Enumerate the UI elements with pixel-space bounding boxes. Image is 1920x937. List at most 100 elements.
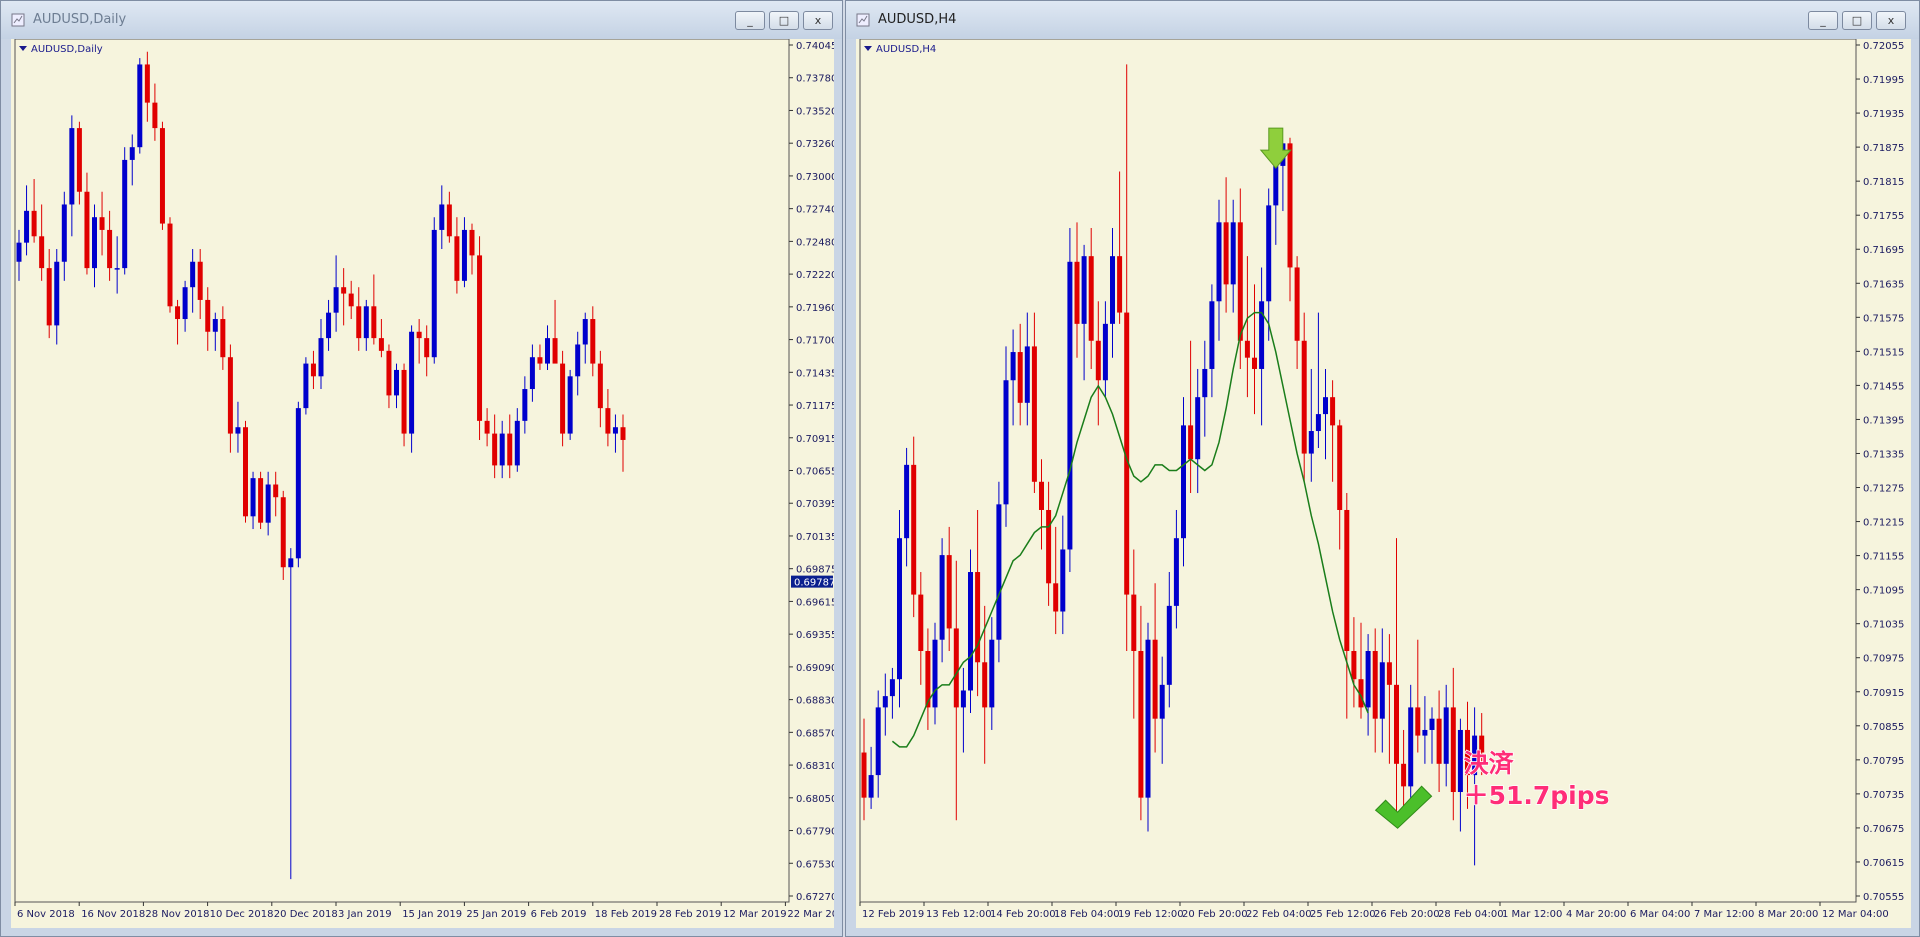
bullish-candle — [1145, 639, 1151, 798]
y-tick-label: 0.68310 — [796, 761, 834, 772]
bullish-candle — [1216, 222, 1222, 302]
bullish-candle — [265, 484, 271, 523]
close-button[interactable]: x — [803, 11, 833, 30]
bullish-candle — [875, 707, 881, 776]
x-tick-label: 13 Feb 12:00 — [926, 909, 992, 920]
bearish-candle — [175, 306, 181, 320]
bearish-candle — [1415, 707, 1421, 736]
bearish-candle — [46, 268, 52, 326]
bullish-candle — [303, 363, 309, 409]
bearish-candle — [946, 555, 952, 629]
x-tick-label: 1 Mar 12:00 — [1502, 909, 1562, 920]
y-tick-label: 0.70855 — [1863, 722, 1904, 733]
daily-title-bar[interactable]: AUDUSD,Daily _ □ x — [1, 1, 842, 39]
y-tick-label: 0.70135 — [796, 532, 834, 543]
bearish-candle — [861, 752, 867, 798]
bullish-candle — [1457, 729, 1463, 793]
bearish-candle — [1117, 256, 1123, 313]
bearish-candle — [1152, 639, 1158, 719]
bearish-candle — [1372, 650, 1378, 719]
y-tick-label: 0.72220 — [796, 270, 834, 281]
bearish-candle — [507, 433, 513, 466]
y-tick-label: 0.73260 — [796, 139, 834, 150]
bullish-candle — [1408, 707, 1414, 787]
h4-candlestick-chart[interactable]: AUDUSD,H4 0.72055 0.71995 0.71935 0.71875 0.7… — [856, 39, 1911, 928]
bearish-candle — [424, 338, 430, 358]
bearish-candle — [1386, 662, 1392, 685]
bullish-candle — [522, 389, 528, 421]
y-tick-label: 0.70915 — [796, 434, 834, 445]
bullish-candle — [326, 312, 332, 339]
minimize-button[interactable]: _ — [735, 11, 765, 30]
y-tick-label: 0.71695 — [1863, 245, 1904, 256]
bullish-candle — [1273, 165, 1279, 206]
profit-pips-label: ＋51.7pips — [1464, 781, 1610, 810]
bearish-candle — [1351, 650, 1357, 680]
bearish-candle — [1138, 650, 1144, 798]
x-tick-label: 18 Feb 04:00 — [1054, 909, 1120, 920]
y-tick-label: 0.71155 — [1863, 552, 1904, 563]
x-tick-label: 6 Feb 2019 — [531, 909, 587, 920]
bullish-candle — [1181, 425, 1186, 539]
bearish-candle — [144, 64, 150, 103]
bearish-candle — [552, 338, 558, 364]
close-button[interactable]: x — [1876, 11, 1906, 30]
y-tick-label: 0.68830 — [796, 696, 834, 707]
bullish-candle — [16, 242, 22, 262]
y-tick-label: 0.71935 — [1863, 109, 1904, 120]
bullish-candle — [24, 210, 30, 243]
bearish-candle — [1053, 583, 1059, 612]
y-tick-label: 0.69875 — [796, 565, 834, 576]
h4-title-bar[interactable]: AUDUSD,H4 _ □ x — [846, 1, 1919, 39]
bullish-candle — [409, 331, 415, 434]
bearish-candle — [1046, 509, 1052, 584]
bearish-candle — [1017, 352, 1023, 403]
y-tick-label: 0.71435 — [796, 368, 834, 379]
bullish-candle — [137, 64, 143, 148]
y-tick-label: 0.71995 — [1863, 75, 1904, 86]
current-price-label: 0.69787 — [794, 578, 834, 589]
bullish-candle — [363, 306, 369, 339]
y-tick-label: 0.71815 — [1863, 177, 1904, 188]
bullish-candle — [1067, 261, 1073, 550]
bearish-candle — [469, 229, 475, 256]
bearish-candle — [1088, 256, 1094, 341]
bullish-candle — [1422, 729, 1428, 736]
bearish-candle — [477, 255, 483, 421]
bearish-candle — [386, 350, 392, 396]
y-tick-label: 0.73520 — [796, 106, 834, 117]
bearish-candle — [1244, 340, 1250, 358]
y-tick-label: 0.68570 — [796, 728, 834, 739]
daily-candlestick-chart[interactable]: AUDUSD,Daily 0.74045 0.73780 0.73520 0.73260… — [11, 39, 834, 928]
chart-window-icon — [856, 13, 870, 27]
bullish-candle — [1166, 605, 1172, 685]
bullish-candle — [1308, 431, 1314, 454]
bullish-candle — [1315, 414, 1321, 432]
bullish-candle — [288, 558, 294, 568]
y-tick-label: 0.71175 — [796, 401, 834, 412]
bullish-candle — [1209, 301, 1215, 369]
bullish-candle — [61, 204, 67, 262]
bullish-candle — [889, 679, 895, 697]
bearish-candle — [378, 338, 384, 351]
bearish-candle — [1188, 425, 1194, 460]
h4-chart-window: AUDUSD,H4 _ □ x AUDUSD,H4 0.72055 0.71995 0… — [845, 0, 1920, 937]
bearish-candle — [1401, 763, 1407, 787]
bullish-candle — [182, 287, 188, 320]
bearish-candle — [560, 363, 566, 434]
y-tick-label: 0.71700 — [796, 336, 834, 347]
maximize-button[interactable]: □ — [769, 11, 799, 30]
bullish-candle — [1379, 662, 1385, 719]
y-tick-label: 0.67270 — [796, 892, 834, 903]
x-tick-label: 14 Feb 20:00 — [990, 909, 1056, 920]
bearish-candle — [537, 357, 543, 364]
y-tick-label: 0.71515 — [1863, 347, 1904, 358]
minimize-button[interactable]: _ — [1808, 11, 1838, 30]
bearish-candle — [1294, 267, 1300, 341]
x-tick-label: 10 Dec 2018 — [210, 909, 274, 920]
y-tick-label: 0.74045 — [796, 41, 834, 52]
bearish-candle — [99, 217, 105, 230]
bullish-candle — [1202, 368, 1208, 398]
y-tick-label: 0.67790 — [796, 827, 834, 838]
maximize-button[interactable]: □ — [1842, 11, 1872, 30]
